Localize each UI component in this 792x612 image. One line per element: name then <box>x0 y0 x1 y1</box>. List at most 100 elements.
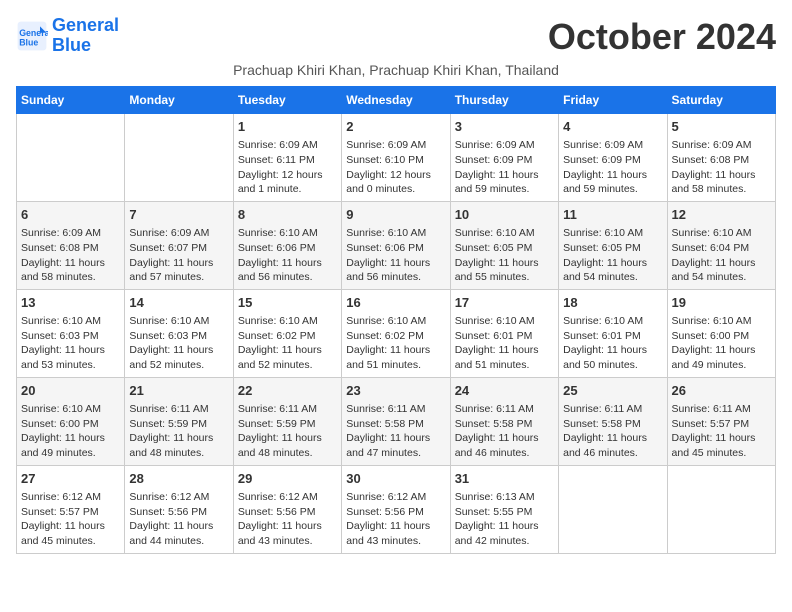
sunrise-text: Sunrise: 6:10 AM <box>346 315 426 327</box>
calendar-cell: 8 Sunrise: 6:10 AM Sunset: 6:06 PM Dayli… <box>233 201 341 289</box>
sunset-text: Sunset: 6:11 PM <box>238 154 315 166</box>
calendar-cell: 9 Sunrise: 6:10 AM Sunset: 6:06 PM Dayli… <box>342 201 450 289</box>
col-tuesday: Tuesday <box>233 87 341 114</box>
daylight-text: Daylight: 11 hours and 49 minutes. <box>672 344 756 371</box>
daylight-text: Daylight: 11 hours and 59 minutes. <box>455 169 539 196</box>
daylight-text: Daylight: 11 hours and 54 minutes. <box>672 257 756 284</box>
day-number: 27 <box>21 470 120 488</box>
sunset-text: Sunset: 6:08 PM <box>672 154 750 166</box>
calendar-cell: 31 Sunrise: 6:13 AM Sunset: 5:55 PM Dayl… <box>450 465 558 553</box>
calendar-cell: 24 Sunrise: 6:11 AM Sunset: 5:58 PM Dayl… <box>450 377 558 465</box>
calendar-cell <box>559 465 667 553</box>
day-number: 12 <box>672 206 771 224</box>
sunset-text: Sunset: 6:09 PM <box>563 154 641 166</box>
calendar-cell: 4 Sunrise: 6:09 AM Sunset: 6:09 PM Dayli… <box>559 114 667 202</box>
calendar-cell: 18 Sunrise: 6:10 AM Sunset: 6:01 PM Dayl… <box>559 289 667 377</box>
sunrise-text: Sunrise: 6:10 AM <box>238 227 318 239</box>
calendar-cell: 22 Sunrise: 6:11 AM Sunset: 5:59 PM Dayl… <box>233 377 341 465</box>
calendar-week-2: 6 Sunrise: 6:09 AM Sunset: 6:08 PM Dayli… <box>17 201 776 289</box>
sunset-text: Sunset: 5:57 PM <box>21 506 99 518</box>
calendar-week-5: 27 Sunrise: 6:12 AM Sunset: 5:57 PM Dayl… <box>17 465 776 553</box>
calendar-cell: 3 Sunrise: 6:09 AM Sunset: 6:09 PM Dayli… <box>450 114 558 202</box>
calendar-cell: 14 Sunrise: 6:10 AM Sunset: 6:03 PM Dayl… <box>125 289 233 377</box>
calendar-cell <box>667 465 775 553</box>
calendar-cell: 27 Sunrise: 6:12 AM Sunset: 5:57 PM Dayl… <box>17 465 125 553</box>
calendar-cell: 29 Sunrise: 6:12 AM Sunset: 5:56 PM Dayl… <box>233 465 341 553</box>
sunset-text: Sunset: 6:02 PM <box>238 330 316 342</box>
col-saturday: Saturday <box>667 87 775 114</box>
calendar-table: Sunday Monday Tuesday Wednesday Thursday… <box>16 86 776 554</box>
daylight-text: Daylight: 11 hours and 57 minutes. <box>129 257 213 284</box>
page-header: General Blue GeneralBlue October 2024 <box>16 16 776 58</box>
sunrise-text: Sunrise: 6:13 AM <box>455 491 535 503</box>
daylight-text: Daylight: 11 hours and 49 minutes. <box>21 432 105 459</box>
day-number: 1 <box>238 118 337 136</box>
day-number: 21 <box>129 382 228 400</box>
calendar-cell: 28 Sunrise: 6:12 AM Sunset: 5:56 PM Dayl… <box>125 465 233 553</box>
sunrise-text: Sunrise: 6:09 AM <box>238 139 318 151</box>
daylight-text: Daylight: 11 hours and 48 minutes. <box>238 432 322 459</box>
daylight-text: Daylight: 12 hours and 1 minute. <box>238 169 323 196</box>
sunset-text: Sunset: 6:05 PM <box>563 242 641 254</box>
day-number: 13 <box>21 294 120 312</box>
col-wednesday: Wednesday <box>342 87 450 114</box>
calendar-cell <box>17 114 125 202</box>
sunset-text: Sunset: 6:06 PM <box>346 242 424 254</box>
calendar-cell: 26 Sunrise: 6:11 AM Sunset: 5:57 PM Dayl… <box>667 377 775 465</box>
calendar-cell: 25 Sunrise: 6:11 AM Sunset: 5:58 PM Dayl… <box>559 377 667 465</box>
sunset-text: Sunset: 6:03 PM <box>129 330 207 342</box>
day-number: 15 <box>238 294 337 312</box>
sunset-text: Sunset: 6:06 PM <box>238 242 316 254</box>
daylight-text: Daylight: 11 hours and 46 minutes. <box>455 432 539 459</box>
daylight-text: Daylight: 11 hours and 56 minutes. <box>238 257 322 284</box>
daylight-text: Daylight: 11 hours and 58 minutes. <box>21 257 105 284</box>
day-number: 30 <box>346 470 445 488</box>
sunrise-text: Sunrise: 6:09 AM <box>21 227 101 239</box>
calendar-cell: 13 Sunrise: 6:10 AM Sunset: 6:03 PM Dayl… <box>17 289 125 377</box>
daylight-text: Daylight: 11 hours and 43 minutes. <box>238 520 322 547</box>
calendar-cell: 1 Sunrise: 6:09 AM Sunset: 6:11 PM Dayli… <box>233 114 341 202</box>
sunset-text: Sunset: 5:57 PM <box>672 418 750 430</box>
sunrise-text: Sunrise: 6:10 AM <box>455 227 535 239</box>
logo: General Blue GeneralBlue <box>16 16 119 56</box>
day-number: 22 <box>238 382 337 400</box>
calendar-cell: 5 Sunrise: 6:09 AM Sunset: 6:08 PM Dayli… <box>667 114 775 202</box>
day-number: 6 <box>21 206 120 224</box>
svg-text:General: General <box>19 28 48 38</box>
sunset-text: Sunset: 5:55 PM <box>455 506 533 518</box>
sunrise-text: Sunrise: 6:11 AM <box>563 403 642 415</box>
daylight-text: Daylight: 11 hours and 56 minutes. <box>346 257 430 284</box>
day-number: 26 <box>672 382 771 400</box>
day-number: 25 <box>563 382 662 400</box>
day-number: 10 <box>455 206 554 224</box>
month-title: October 2024 <box>548 16 776 58</box>
day-number: 4 <box>563 118 662 136</box>
sunset-text: Sunset: 6:01 PM <box>455 330 533 342</box>
calendar-cell: 30 Sunrise: 6:12 AM Sunset: 5:56 PM Dayl… <box>342 465 450 553</box>
day-number: 8 <box>238 206 337 224</box>
day-number: 9 <box>346 206 445 224</box>
sunrise-text: Sunrise: 6:12 AM <box>238 491 318 503</box>
daylight-text: Daylight: 11 hours and 51 minutes. <box>346 344 430 371</box>
sunrise-text: Sunrise: 6:11 AM <box>672 403 751 415</box>
sunset-text: Sunset: 5:59 PM <box>238 418 316 430</box>
daylight-text: Daylight: 11 hours and 52 minutes. <box>238 344 322 371</box>
daylight-text: Daylight: 11 hours and 42 minutes. <box>455 520 539 547</box>
sunset-text: Sunset: 6:00 PM <box>672 330 750 342</box>
sunrise-text: Sunrise: 6:12 AM <box>346 491 426 503</box>
sunrise-text: Sunrise: 6:09 AM <box>672 139 752 151</box>
sunrise-text: Sunrise: 6:12 AM <box>129 491 209 503</box>
sunrise-text: Sunrise: 6:10 AM <box>21 403 101 415</box>
col-friday: Friday <box>559 87 667 114</box>
daylight-text: Daylight: 11 hours and 53 minutes. <box>21 344 105 371</box>
calendar-week-1: 1 Sunrise: 6:09 AM Sunset: 6:11 PM Dayli… <box>17 114 776 202</box>
calendar-cell: 20 Sunrise: 6:10 AM Sunset: 6:00 PM Dayl… <box>17 377 125 465</box>
daylight-text: Daylight: 11 hours and 48 minutes. <box>129 432 213 459</box>
header-row: Sunday Monday Tuesday Wednesday Thursday… <box>17 87 776 114</box>
sunset-text: Sunset: 5:56 PM <box>238 506 316 518</box>
day-number: 19 <box>672 294 771 312</box>
col-monday: Monday <box>125 87 233 114</box>
sunset-text: Sunset: 6:08 PM <box>21 242 99 254</box>
sunset-text: Sunset: 6:03 PM <box>21 330 99 342</box>
sunrise-text: Sunrise: 6:10 AM <box>672 227 752 239</box>
